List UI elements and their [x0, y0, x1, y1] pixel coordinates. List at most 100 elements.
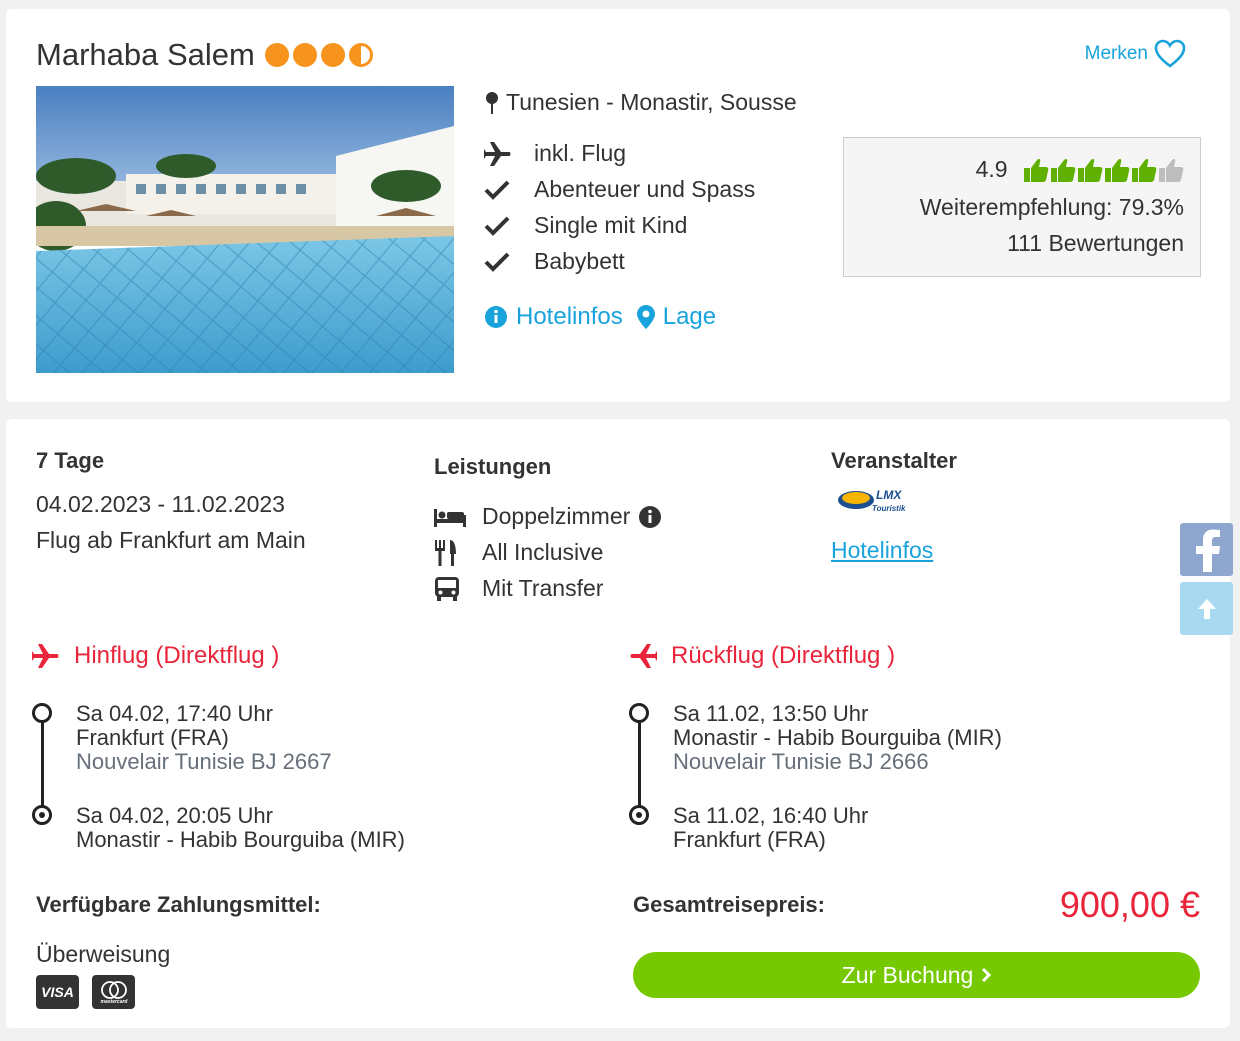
feature-label: inkl. Flug — [534, 140, 627, 166]
payment-method: Überweisung — [36, 941, 171, 967]
facebook-share-button[interactable] — [1180, 523, 1233, 576]
map-marker-icon — [636, 305, 655, 329]
operator-logo: LMX Touristik — [836, 486, 926, 525]
feature-item: Babybett — [484, 248, 625, 275]
operator-title: Veranstalter — [831, 448, 957, 473]
timeline-dot — [32, 703, 52, 723]
hotelinfos-link[interactable]: Hotelinfos — [484, 303, 623, 331]
merken-label: Merken — [1084, 43, 1148, 64]
mastercard-icon: mastercard — [92, 975, 135, 1009]
hotel-card: Marhaba Salem Merken Tunesien - Monastir… — [6, 9, 1230, 402]
departure-city: Flug ab Frankfurt am Main — [36, 527, 306, 553]
timeline-dot-arrival — [629, 805, 649, 825]
hotel-name[interactable]: Marhaba Salem — [36, 37, 255, 73]
cutlery-icon — [435, 539, 456, 566]
review-count[interactable]: 111 Bewertungen — [1007, 230, 1184, 257]
arr-time: Sa 04.02, 20:05 Uhr — [76, 803, 273, 828]
check-icon — [484, 180, 510, 200]
rating-thumbs — [1024, 158, 1184, 184]
info-icon[interactable] — [638, 505, 662, 529]
dep-time: Sa 04.02, 17:40 Uhr — [76, 701, 273, 726]
airline: Nouvelair Tunisie BJ 2666 — [673, 749, 929, 774]
merken-button[interactable]: Merken — [1085, 39, 1186, 69]
chevron-right-icon — [982, 967, 992, 983]
hotel-links: Hotelinfos Lage — [484, 303, 716, 331]
location: Tunesien - Monastir, Sousse — [484, 89, 797, 116]
operator-hotelinfos-link[interactable]: Hotelinfos — [831, 537, 933, 564]
check-icon — [484, 252, 510, 272]
lage-label: Lage — [662, 303, 717, 330]
total-label: Gesamtreisepreis: — [633, 892, 825, 917]
feature-label: Single mit Kind — [534, 212, 688, 238]
svg-text:mastercard: mastercard — [100, 999, 128, 1005]
book-button[interactable]: Zur Buchung — [633, 952, 1200, 998]
airline: Nouvelair Tunisie BJ 2667 — [76, 749, 332, 774]
heart-icon — [1154, 39, 1186, 68]
services-title: Leistungen — [434, 454, 552, 479]
outbound-arrival: Sa 04.02, 20:05 Uhr Monastir - Habib Bou… — [76, 804, 405, 852]
payment-cards: VISA mastercard — [36, 975, 135, 1009]
arr-time: Sa 11.02, 16:40 Uhr — [673, 803, 869, 828]
travel-dates: 04.02.2023 - 11.02.2023 — [36, 491, 285, 517]
thumbs-up-icons — [1024, 158, 1184, 182]
outbound-title: Hinflug (Direktflug ) — [74, 642, 280, 669]
map-pin-icon — [486, 91, 498, 114]
offer-card: 7 Tage 04.02.2023 - 11.02.2023 Flug ab F… — [6, 419, 1230, 1028]
service-item: All Inclusive — [434, 539, 603, 566]
half-star-icon — [348, 43, 373, 67]
lage-link[interactable]: Lage — [636, 303, 717, 331]
feature-flight: inkl. Flug — [484, 140, 626, 167]
timeline-dot-arrival — [32, 805, 52, 825]
bus-icon — [435, 576, 459, 601]
scroll-to-top-button[interactable] — [1180, 582, 1233, 635]
feature-item: Abenteuer und Spass — [484, 176, 755, 203]
duration: 7 Tage — [36, 448, 105, 473]
feature-item: Single mit Kind — [484, 212, 687, 239]
outbound-departure: Sa 04.02, 17:40 Uhr Frankfurt (FRA) Nouv… — [76, 702, 332, 774]
svg-text:Touristik: Touristik — [872, 504, 906, 513]
return-title: Rückflug (Direktflug ) — [671, 642, 896, 669]
star-icon — [264, 43, 289, 67]
visa-card-icon: VISA — [36, 975, 79, 1009]
feature-label: Babybett — [534, 248, 625, 274]
return-header: Rückflug (Direktflug ) — [627, 642, 895, 670]
star-icon — [320, 43, 345, 67]
rating-score-row: 4.9 — [976, 156, 1184, 184]
book-button-label: Zur Buchung — [841, 961, 974, 988]
outbound-header: Hinflug (Direktflug ) — [30, 642, 279, 670]
bed-icon — [434, 508, 466, 527]
dep-time: Sa 11.02, 13:50 Uhr — [673, 701, 869, 726]
service-label: Doppelzimmer — [482, 503, 631, 529]
hotel-stars — [264, 43, 373, 67]
dep-airport: Frankfurt (FRA) — [76, 725, 229, 750]
dep-airport: Monastir - Habib Bourguiba (MIR) — [673, 725, 1002, 750]
arrow-up-icon — [1197, 598, 1216, 619]
location-text: Tunesien - Monastir, Sousse — [506, 89, 797, 115]
airplane-icon — [32, 644, 59, 668]
rating-box: 4.9 Weiterempfehlung: 79.3% 111 Bewertun… — [843, 137, 1201, 277]
rating-score: 4.9 — [975, 156, 1008, 182]
star-icon — [292, 43, 317, 67]
hotel-photo[interactable] — [36, 86, 454, 373]
timeline-dot — [629, 703, 649, 723]
airplane-icon — [484, 141, 511, 166]
arr-airport: Frankfurt (FRA) — [673, 827, 826, 852]
airplane-icon — [630, 644, 657, 668]
payment-title: Verfügbare Zahlungsmittel: — [36, 892, 321, 917]
arr-airport: Monastir - Habib Bourguiba (MIR) — [76, 827, 405, 852]
hotel-title-row: Marhaba Salem — [36, 37, 373, 73]
service-item: Doppelzimmer — [434, 503, 662, 530]
info-icon — [485, 306, 507, 328]
service-item: Mit Transfer — [434, 575, 603, 602]
timeline-line — [638, 719, 641, 815]
service-label: Mit Transfer — [482, 575, 604, 601]
check-icon — [484, 216, 510, 236]
service-label: All Inclusive — [482, 539, 604, 565]
feature-label: Abenteuer und Spass — [534, 176, 756, 202]
recommendation: Weiterempfehlung: 79.3% — [919, 194, 1184, 220]
timeline-line — [41, 719, 44, 815]
svg-text:LMX: LMX — [876, 488, 902, 502]
hotelinfos-label: Hotelinfos — [516, 303, 623, 330]
return-departure: Sa 11.02, 13:50 Uhr Monastir - Habib Bou… — [673, 702, 1002, 774]
total-price: 900,00 € — [1059, 884, 1200, 925]
